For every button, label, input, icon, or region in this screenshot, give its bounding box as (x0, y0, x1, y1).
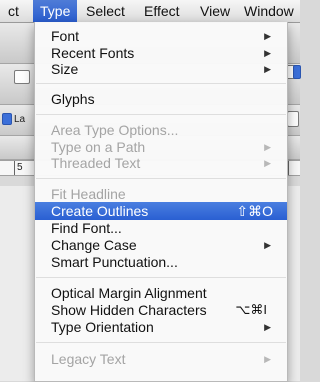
menu-item-create-outlines[interactable]: Create Outlines ⇧⌘O (35, 202, 287, 220)
menu-item-fit-headline: Fit Headline (35, 185, 287, 203)
submenu-arrow-icon: ▶ (264, 158, 271, 168)
menubar-item-type[interactable]: Type (33, 0, 78, 22)
menu-item-legacy-text: Legacy Text ▶ (35, 350, 287, 368)
menu-item-smart-punctuation[interactable]: Smart Punctuation... (35, 253, 287, 271)
dropdown-right-2[interactable] (293, 65, 301, 79)
menu-item-optical-margin-alignment[interactable]: Optical Margin Alignment (35, 284, 287, 302)
right-control[interactable] (287, 111, 299, 127)
menu-item-label: Glyphs (51, 91, 95, 107)
menu-item-label: Smart Punctuation... (51, 254, 178, 270)
menu-item-label: Font (51, 28, 80, 44)
menu-separator (36, 277, 286, 278)
menu-item-label: Legacy Text (51, 351, 126, 367)
ruler-tick (14, 161, 15, 175)
menu-item-show-hidden-characters[interactable]: Show Hidden Characters ⌥⌘I (35, 301, 287, 319)
menu-item-label: Change Case (51, 237, 137, 253)
menubar-item-select-object[interactable]: ct (8, 0, 19, 22)
menu-item-type-orientation[interactable]: Type Orientation ▶ (35, 318, 287, 336)
menubar-item-window[interactable]: Window (244, 0, 294, 22)
menu-item-label: Fit Headline (51, 186, 126, 202)
submenu-arrow-icon: ▶ (264, 354, 271, 364)
menu-item-label: Type Orientation (51, 319, 154, 335)
ruler-tick (288, 161, 289, 175)
submenu-arrow-icon: ▶ (264, 64, 271, 74)
menu-item-find-font[interactable]: Find Font... (35, 219, 287, 237)
menubar: ct Type Select Effect View Window (0, 0, 300, 23)
menu-item-label: Find Font... (51, 220, 122, 236)
ruler-number: 5 (17, 162, 23, 173)
menu-item-label: Optical Margin Alignment (51, 285, 207, 301)
menu-separator (36, 178, 286, 179)
menu-separator (36, 114, 286, 115)
menu-item-font[interactable]: Font ▶ (35, 27, 287, 45)
style-dropdown[interactable] (14, 70, 30, 84)
submenu-arrow-icon: ▶ (264, 240, 271, 250)
menu-item-label: Show Hidden Characters (51, 302, 207, 318)
menu-item-label: Area Type Options... (51, 122, 179, 138)
menu-separator (36, 342, 286, 343)
shortcut-label: ⇧⌘O (236, 203, 273, 219)
menu-separator (36, 83, 286, 84)
submenu-arrow-icon: ▶ (264, 322, 271, 332)
menu-item-label: Create Outlines (51, 203, 149, 219)
menu-item-change-case[interactable]: Change Case ▶ (35, 236, 287, 254)
menu-item-label: Size (51, 61, 79, 77)
menu-item-label: Threaded Text (51, 155, 141, 171)
layer-tab-label: La (14, 114, 26, 125)
submenu-arrow-icon: ▶ (264, 31, 271, 41)
menu-item-glyphs[interactable]: Glyphs (35, 90, 287, 108)
menu-item-area-type-options: Area Type Options... (35, 121, 287, 139)
menu-item-size[interactable]: Size ▶ (35, 60, 287, 78)
menu-item-threaded-text: Threaded Text ▶ (35, 154, 287, 172)
menubar-item-view[interactable]: View (200, 0, 230, 22)
menubar-item-select[interactable]: Select (86, 0, 125, 22)
menubar-item-effect[interactable]: Effect (144, 0, 180, 22)
shortcut-label: ⌥⌘I (235, 302, 267, 317)
type-menu: Font ▶ Recent Fonts ▶ Size ▶ Glyphs Area… (34, 22, 288, 382)
layer-icon[interactable] (2, 113, 12, 125)
